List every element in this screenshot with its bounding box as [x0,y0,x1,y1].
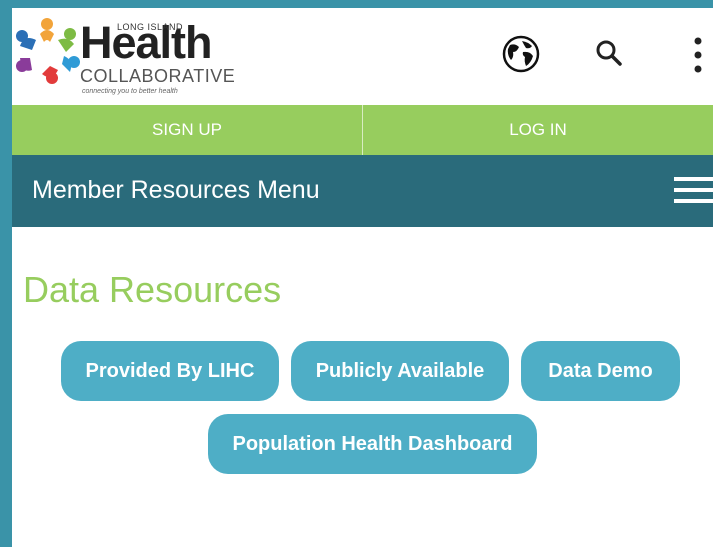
page: Health LONG ISLAND COLLABORATIVE connect… [12,8,713,547]
search-icon[interactable] [596,40,622,66]
people-circle-logo-icon [16,18,80,84]
page-title: Data Resources [23,269,282,310]
member-menu-title: Member Resources Menu [32,176,320,204]
logo-subtitle: COLLABORATIVE [80,66,236,86]
site-header: Health LONG ISLAND COLLABORATIVE connect… [12,8,713,105]
logo-region-text: LONG ISLAND [117,22,184,32]
globe-icon[interactable] [502,35,540,73]
more-vertical-icon[interactable] [692,36,704,74]
hamburger-menu-icon[interactable] [674,177,713,205]
sign-up-button[interactable]: SIGN UP [12,105,363,155]
publicly-available-button[interactable]: Publicly Available [291,341,509,401]
member-resources-bar[interactable]: Member Resources Menu [12,155,713,227]
log-in-button[interactable]: LOG IN [363,105,713,155]
lihc-logo[interactable]: Health LONG ISLAND COLLABORATIVE connect… [12,12,242,98]
data-demo-button[interactable]: Data Demo [521,341,680,401]
provided-by-lihc-button[interactable]: Provided By LIHC [61,341,279,401]
population-health-dashboard-button[interactable]: Population Health Dashboard [208,414,537,474]
logo-tagline: connecting you to better health [82,88,178,95]
auth-bar: SIGN UP LOG IN [12,105,713,155]
